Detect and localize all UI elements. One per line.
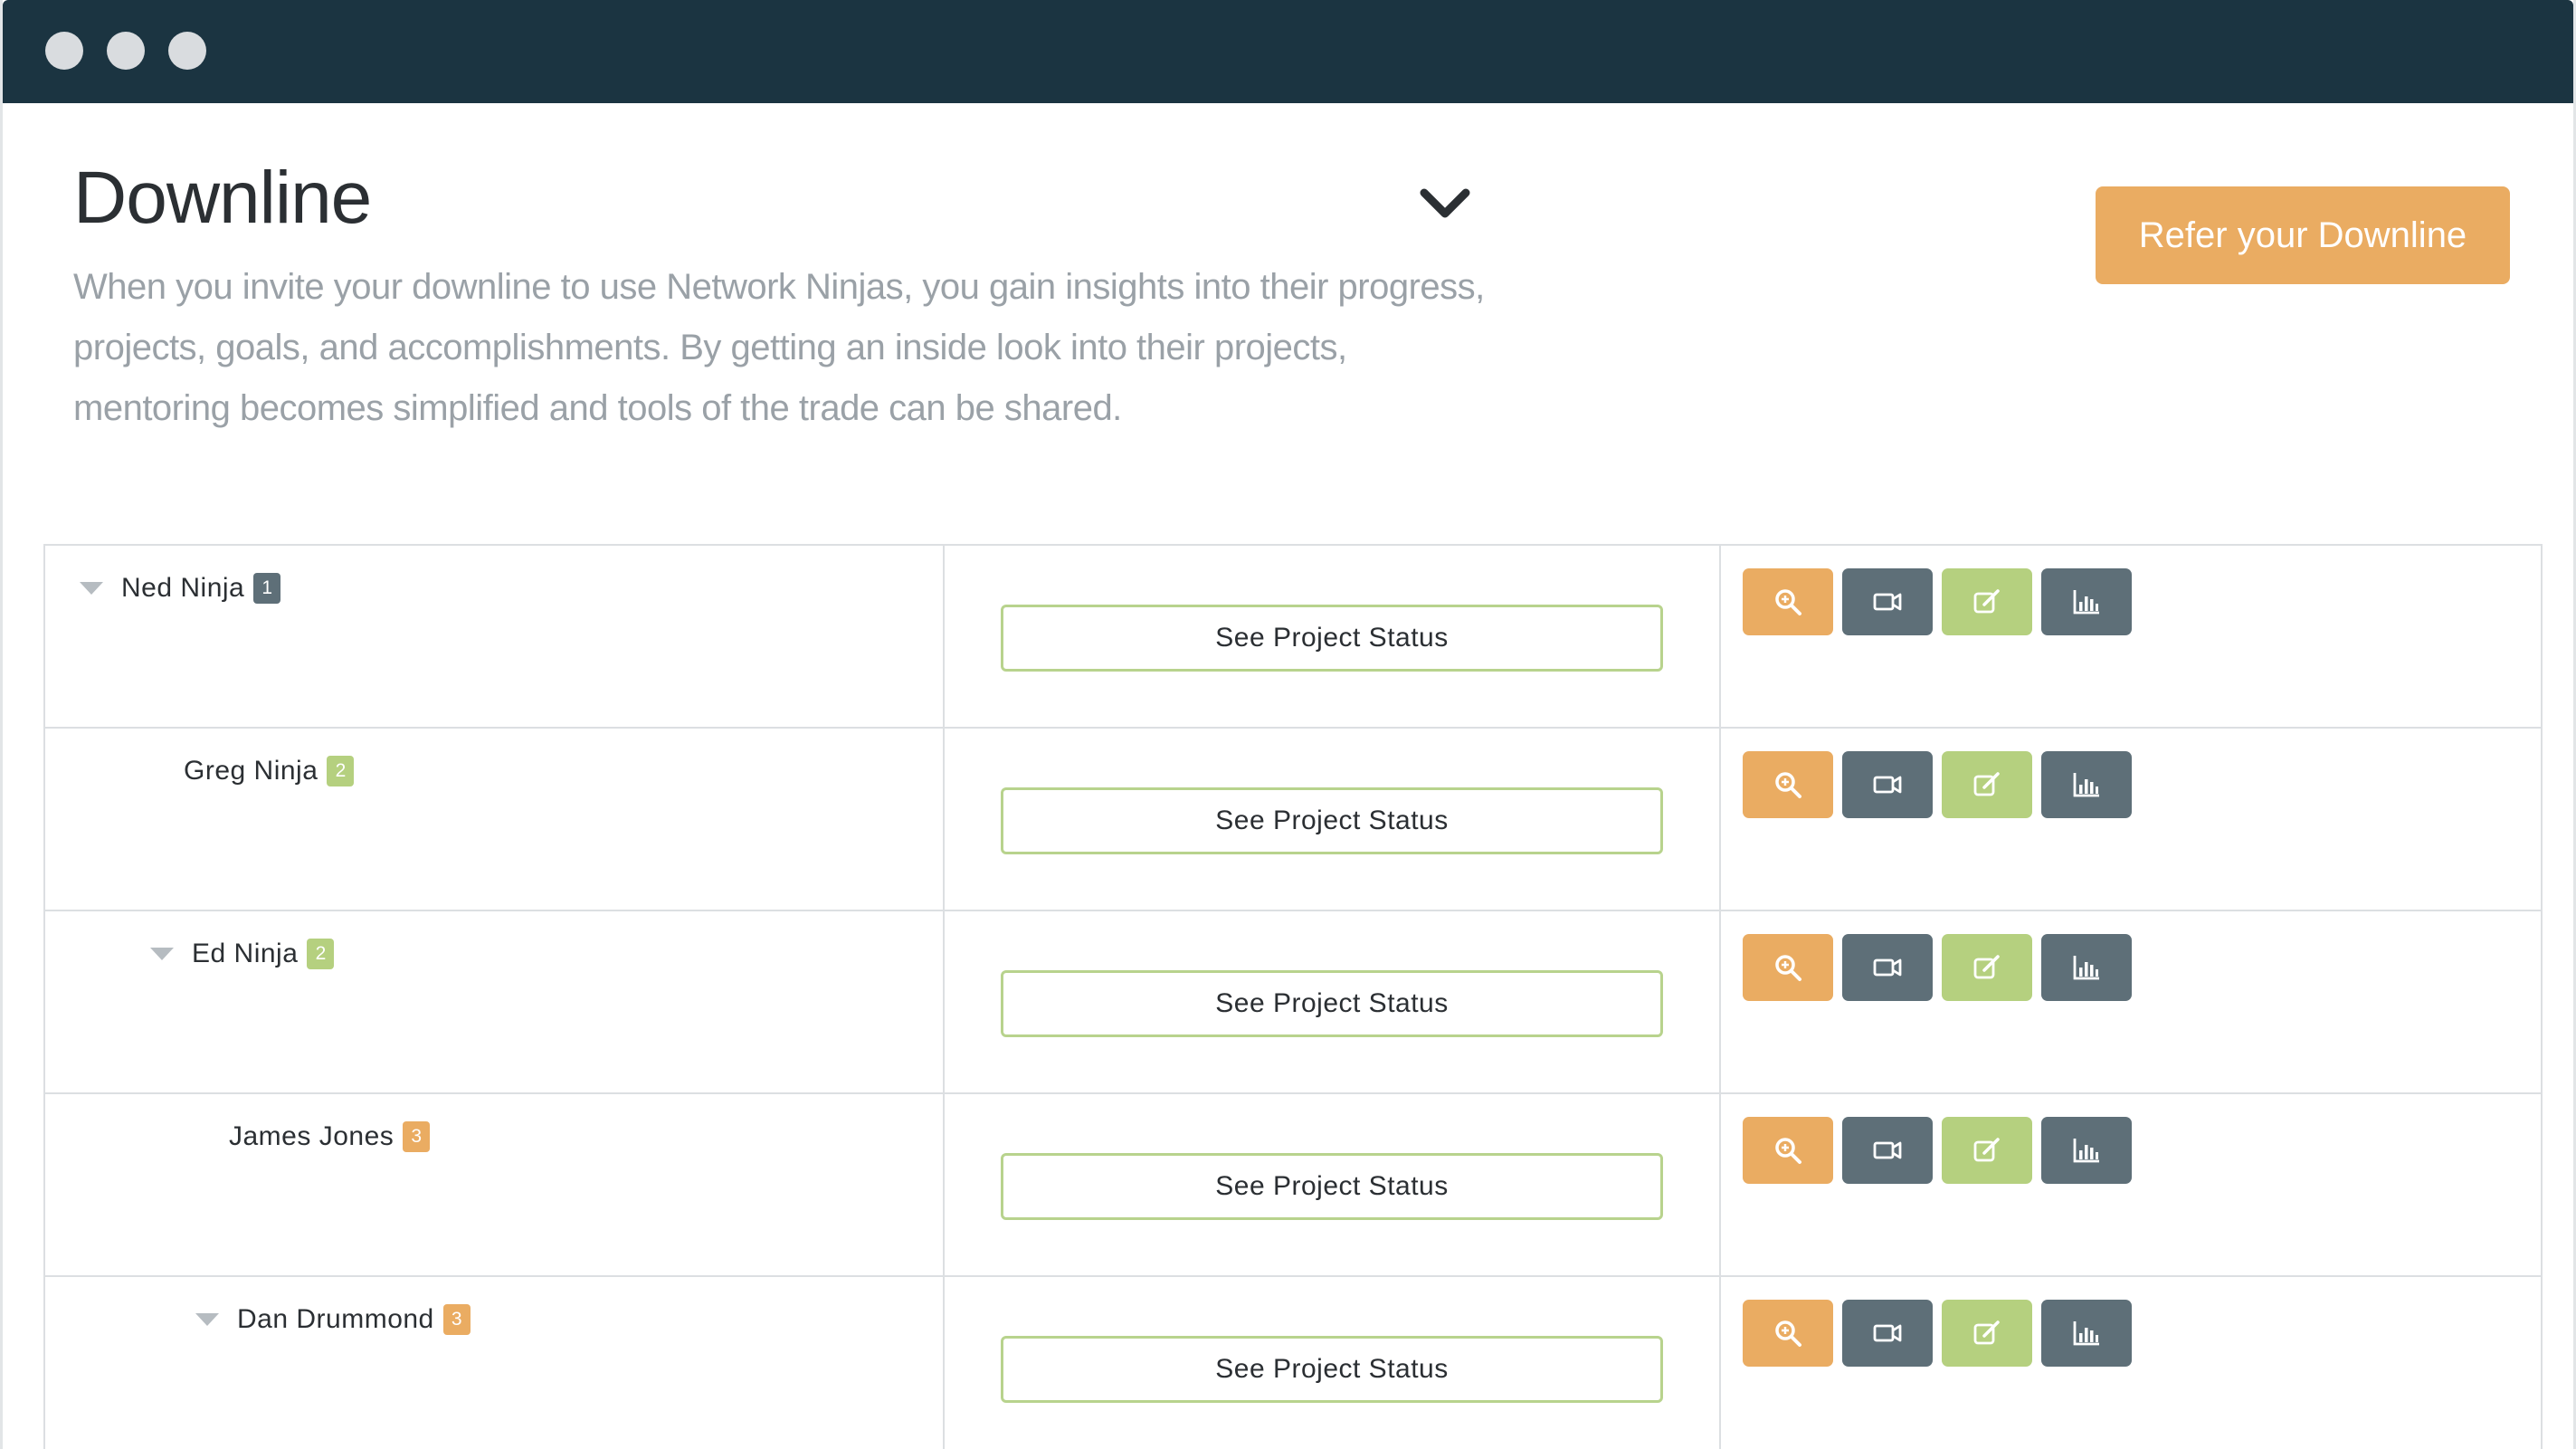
- member-name-cell: Ned Ninja 1: [80, 573, 281, 604]
- see-project-status-button[interactable]: See Project Status: [1001, 1153, 1663, 1220]
- video-button[interactable]: [1842, 1117, 1933, 1184]
- level-badge: 2: [327, 756, 355, 786]
- edit-icon: [1973, 589, 2000, 614]
- member-name-cell: Dan Drummond 3: [195, 1304, 471, 1335]
- column-divider: [1719, 1094, 1721, 1275]
- chart-button[interactable]: [2041, 1117, 2132, 1184]
- chart-button[interactable]: [2041, 751, 2132, 818]
- title-bar: [3, 0, 2573, 103]
- row-actions: [1743, 568, 2132, 635]
- zoom-icon: [1775, 1138, 1801, 1164]
- column-divider: [943, 729, 945, 910]
- member-name-cell: Greg Ninja 2: [184, 756, 355, 786]
- column-divider: [943, 546, 945, 727]
- zoom-icon: [1775, 589, 1801, 615]
- edit-button[interactable]: [1942, 1300, 2032, 1367]
- level-badge: 3: [442, 1304, 471, 1335]
- chart-button[interactable]: [2041, 1300, 2132, 1367]
- member-name[interactable]: Ned Ninja: [121, 573, 244, 604]
- row-actions: [1743, 751, 2132, 818]
- window-control-dot[interactable]: [45, 32, 83, 70]
- member-name[interactable]: Greg Ninja: [184, 756, 318, 786]
- chart-button[interactable]: [2041, 934, 2132, 1001]
- member-name[interactable]: Ed Ninja: [192, 939, 298, 969]
- table-row: Greg Ninja 2 See Project Status: [45, 729, 2541, 911]
- zoom-button[interactable]: [1743, 751, 1833, 818]
- edit-button[interactable]: [1942, 751, 2032, 818]
- zoom-button[interactable]: [1743, 1117, 1833, 1184]
- edit-icon: [1973, 955, 2000, 979]
- page-title: Downline: [73, 157, 372, 239]
- member-name-cell: Ed Ninja 2: [150, 939, 335, 969]
- column-divider: [943, 1277, 945, 1449]
- video-button[interactable]: [1842, 568, 1933, 635]
- member-name[interactable]: James Jones: [229, 1121, 394, 1152]
- downline-tree-table: Ned Ninja 1 See Project Status Greg Ninja 2 S…: [43, 544, 2543, 1449]
- caret-down-icon[interactable]: [150, 948, 174, 960]
- zoom-button[interactable]: [1743, 1300, 1833, 1367]
- video-icon: [1873, 1141, 1902, 1159]
- column-divider: [1719, 546, 1721, 727]
- chart-icon: [2073, 956, 2099, 980]
- video-icon: [1873, 776, 1902, 794]
- edit-icon: [1973, 772, 2000, 796]
- refer-downline-button[interactable]: Refer your Downline: [2096, 186, 2510, 284]
- level-badge: 2: [307, 939, 335, 969]
- page-description: When you invite your downline to use Net…: [73, 267, 1485, 428]
- caret-down-icon[interactable]: [80, 582, 103, 595]
- chart-icon: [2073, 590, 2099, 615]
- row-actions: [1743, 934, 2132, 1001]
- window-control-dot[interactable]: [107, 32, 145, 70]
- chart-icon: [2073, 1321, 2099, 1346]
- edit-icon: [1973, 1320, 2000, 1345]
- column-divider: [1719, 729, 1721, 910]
- caret-down-icon[interactable]: [195, 1313, 219, 1326]
- video-button[interactable]: [1842, 1300, 1933, 1367]
- table-row: Ed Ninja 2 See Project Status: [45, 911, 2541, 1094]
- column-divider: [943, 1094, 945, 1275]
- video-icon: [1873, 1324, 1902, 1342]
- zoom-icon: [1775, 772, 1801, 798]
- chevron-down-icon[interactable]: [1419, 186, 1471, 222]
- zoom-button[interactable]: [1743, 568, 1833, 635]
- zoom-button[interactable]: [1743, 934, 1833, 1001]
- level-badge: 3: [403, 1121, 431, 1152]
- edit-button[interactable]: [1942, 934, 2032, 1001]
- member-name-cell: James Jones 3: [229, 1121, 431, 1152]
- column-divider: [1719, 1277, 1721, 1449]
- window-control-dot[interactable]: [168, 32, 206, 70]
- see-project-status-button[interactable]: See Project Status: [1001, 970, 1663, 1037]
- zoom-icon: [1775, 1320, 1801, 1347]
- row-actions: [1743, 1117, 2132, 1184]
- member-name[interactable]: Dan Drummond: [237, 1304, 434, 1335]
- see-project-status-button[interactable]: See Project Status: [1001, 787, 1663, 854]
- edit-button[interactable]: [1942, 1117, 2032, 1184]
- table-row: Ned Ninja 1 See Project Status: [45, 546, 2541, 729]
- see-project-status-button[interactable]: See Project Status: [1001, 1336, 1663, 1403]
- column-divider: [1719, 911, 1721, 1092]
- video-button[interactable]: [1842, 751, 1933, 818]
- table-row: James Jones 3 See Project Status: [45, 1094, 2541, 1277]
- table-row: Dan Drummond 3 See Project Status: [45, 1277, 2541, 1449]
- see-project-status-button[interactable]: See Project Status: [1001, 605, 1663, 672]
- video-button[interactable]: [1842, 934, 1933, 1001]
- chart-button[interactable]: [2041, 568, 2132, 635]
- chart-icon: [2073, 1139, 2099, 1163]
- row-actions: [1743, 1300, 2132, 1367]
- zoom-icon: [1775, 955, 1801, 981]
- video-icon: [1873, 958, 1902, 977]
- level-badge: 1: [253, 573, 281, 604]
- app-window: Downline When you invite your downline t…: [0, 0, 2576, 1449]
- chart-icon: [2073, 773, 2099, 797]
- video-icon: [1873, 593, 1902, 611]
- edit-button[interactable]: [1942, 568, 2032, 635]
- edit-icon: [1973, 1138, 2000, 1162]
- column-divider: [943, 911, 945, 1092]
